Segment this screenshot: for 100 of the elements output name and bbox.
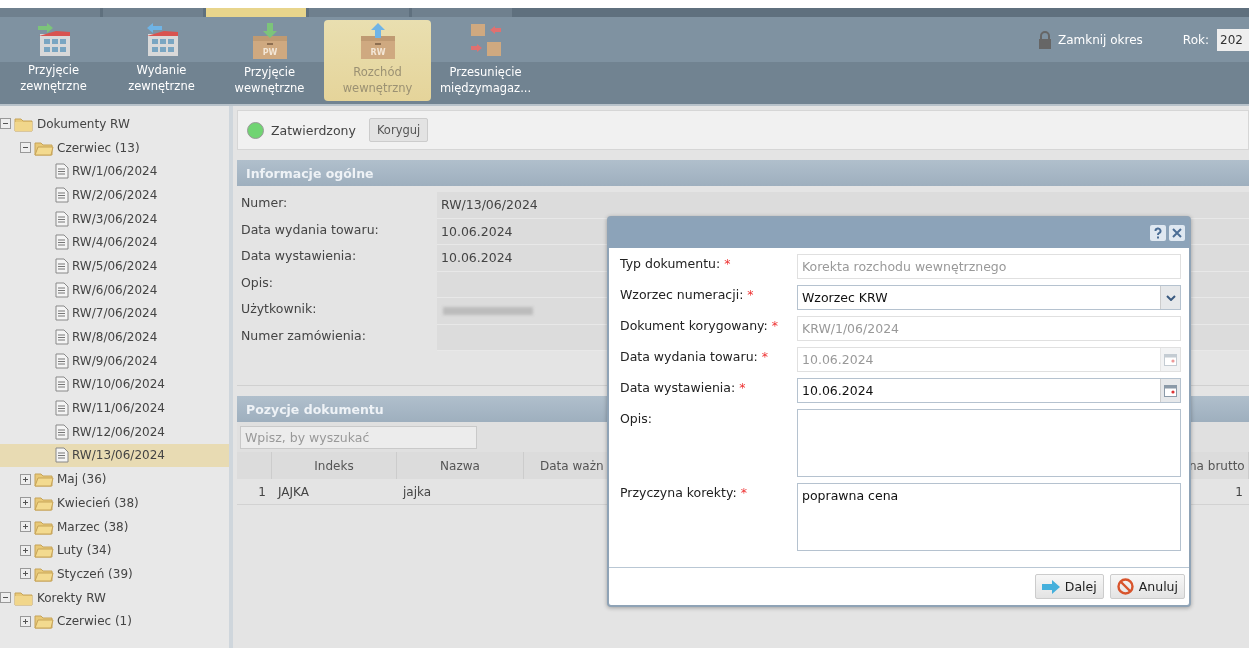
value-text: 10.06.2024 [441,223,513,239]
document-icon [55,281,69,298]
form-label: Wzorzec numeracji: [620,287,744,302]
open-folder-icon [34,139,54,156]
field-label: Numer: [240,194,289,212]
document-icon [55,423,69,440]
column-header[interactable]: Indeks [272,452,397,479]
calendar-icon [1164,384,1177,397]
tree-label: Kwiecień (38) [57,495,139,510]
form-label: Data wydania towaru: [620,349,758,364]
tree-label: Korekty RW [37,590,106,605]
document-icon [55,210,69,227]
close-button[interactable] [1169,225,1185,241]
document-icon [55,352,69,369]
document-icon [55,376,69,393]
tree-label: RW/1/06/2024 [72,164,158,179]
text-area[interactable]: poprawna cena [797,483,1181,551]
tree-label: Czerwiec (13) [57,140,140,155]
help-button[interactable] [1150,225,1166,241]
tree-item[interactable]: RW/12/06/2024 [0,419,229,444]
tree-label: RW/13/06/2024 [72,448,165,463]
tree-label: RW/11/06/2024 [72,401,165,416]
tree-item[interactable]: RW/7/06/2024 [0,301,229,326]
required-mark: * [771,318,779,333]
form-label: Dokument korygowany: [620,318,768,333]
tree-item[interactable]: RW/8/06/2024 [0,325,229,349]
tree-folder[interactable]: Dokumenty RW [0,112,229,136]
tree-label: RW/2/06/2024 [72,187,158,202]
arrow-right-icon [1041,579,1060,594]
expand-icon[interactable] [20,521,31,533]
collapse-icon[interactable] [20,142,31,154]
expand-icon[interactable] [20,473,31,485]
help-icon [1152,227,1164,239]
field-label: Data wydania towaru: [240,220,380,239]
collapse-icon[interactable] [0,118,11,130]
correct-button[interactable]: Koryguj [368,118,429,142]
tree-label: RW/5/06/2024 [72,258,158,273]
tree-folder[interactable]: Maj (36) [0,467,229,491]
form-label: Typ dokumentu: [620,256,721,271]
tree-label: RW/3/06/2024 [72,211,158,226]
cancel-button[interactable]: Anuluj [1109,574,1185,599]
toolbar-button[interactable]: Wydanie zewnętrzne [108,20,215,101]
expand-icon[interactable] [20,497,31,509]
expand-icon[interactable] [20,615,31,627]
tree-item[interactable]: RW/13/06/2024 [0,443,229,468]
tree-folder[interactable]: Czerwiec (1) [0,609,229,634]
tree-folder[interactable]: Styczeń (39) [0,562,229,586]
year-field[interactable]: 202 [1217,29,1249,51]
tree-folder[interactable]: Korekty RW [0,585,229,610]
tree-item[interactable]: RW/11/06/2024 [0,396,229,420]
date-field[interactable]: 10.06.2024 [797,378,1181,403]
field-label: Numer zamówienia: [240,326,367,345]
field-label: Użytkownik: [240,300,318,318]
required-mark: * [740,485,747,500]
tree-item[interactable]: RW/10/06/2024 [0,372,229,397]
prohibited-icon [1116,578,1134,595]
expand-icon[interactable] [20,568,31,580]
calendar-icon [1164,353,1177,366]
tree-item[interactable]: RW/4/06/2024 [0,230,229,255]
open-folder-icon [34,471,54,488]
value-text: RW/13/06/2024 [441,197,538,213]
section-title: Pozycje dokumentu [246,401,384,417]
document-icon [55,257,69,274]
tree-item[interactable]: RW/6/06/2024 [0,277,229,302]
tree-label: RW/7/06/2024 [72,306,158,321]
tree-item[interactable]: RW/2/06/2024 [0,183,229,207]
document-icon [55,447,69,464]
form-label: Data wystawienia: [620,380,736,395]
tree-folder[interactable]: Luty (34) [0,538,229,563]
column-header[interactable]: Nazwa [397,452,524,479]
tree-folder[interactable]: Marzec (38) [0,514,229,539]
toolbar-button[interactable]: PW Przyjęcie wewnętrzne [216,20,323,101]
tree-folder[interactable]: Kwiecień (38) [0,491,229,515]
open-folder-icon [34,613,54,630]
document-icon [55,186,69,203]
tree-label: Styczeń (39) [57,566,133,581]
tree-item[interactable]: RW/1/06/2024 [0,159,229,184]
open-folder-icon [34,494,54,511]
search-field[interactable]: Wpisz, by wyszukać [240,426,477,449]
expand-icon[interactable] [20,544,31,556]
tree-item[interactable]: RW/9/06/2024 [0,348,229,373]
required-mark: * [747,287,754,302]
required-mark: * [761,349,769,364]
tree-folder[interactable]: Czerwiec (13) [0,135,229,160]
tree-label: Czerwiec (1) [57,614,132,629]
form-label: Przyczyna korekty: [620,485,737,500]
open-folder-icon [34,518,54,535]
toolbar-button[interactable]: Przyjęcie zewnętrzne [0,20,107,101]
value-text: 10.06.2024 [441,250,513,266]
tree-item[interactable]: RW/3/06/2024 [0,206,229,231]
section-title: Informacje ogólne [246,165,374,181]
next-button[interactable]: Dalej [1034,574,1104,599]
collapse-icon[interactable] [0,592,11,604]
document-icon [55,234,69,251]
year-label: Rok: [1182,32,1209,49]
select-field[interactable]: Wzorzec KRW [797,285,1181,310]
tree-item[interactable]: RW/5/06/2024 [0,254,229,278]
toolbar-button[interactable]: Przesunięcie międzymagaz... [432,20,539,101]
open-folder-icon [34,542,54,559]
tree-label: RW/10/06/2024 [72,377,165,392]
